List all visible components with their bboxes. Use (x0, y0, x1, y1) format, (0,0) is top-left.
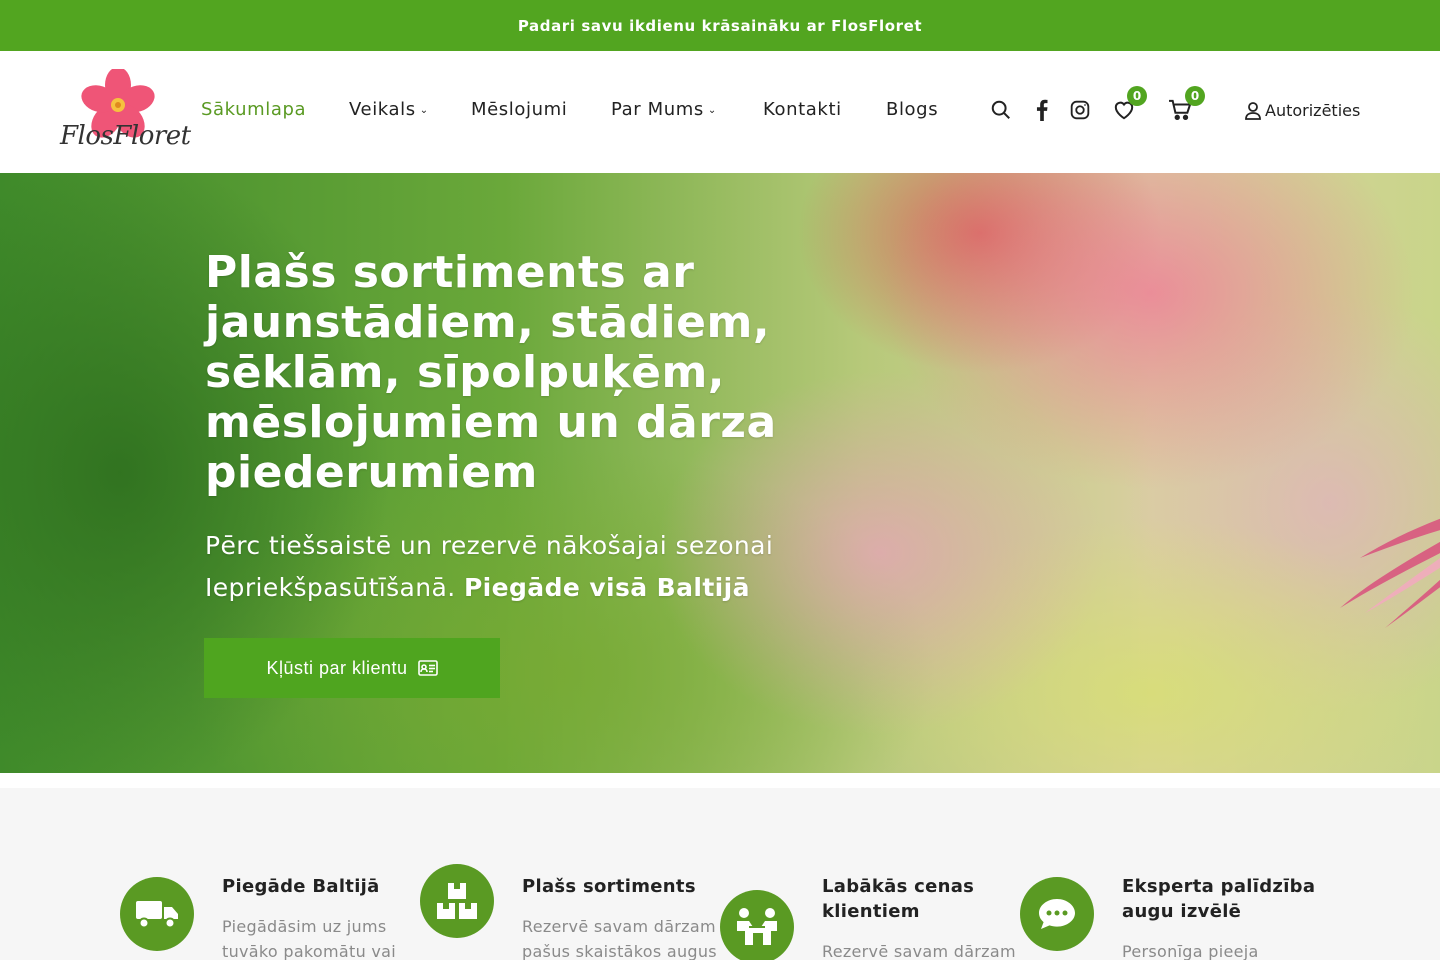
user-icon (1245, 101, 1261, 120)
site-header: FlosFloret Sākumlapa Veikals ⌄ Mēslojumi… (0, 51, 1440, 173)
feature-text: Rezervē savam dārzam (822, 942, 1016, 960)
feature-text: Personīga pieeja katram (1122, 942, 1259, 960)
hero-subtitle-line1: Pērc tiešsaistē un rezervē nākošajai sez… (205, 531, 774, 560)
become-client-button[interactable]: Kļūsti par klientu (204, 638, 500, 698)
nav-item-par-mums[interactable]: Par Mums ⌄ (611, 99, 717, 120)
announcement-bar: Padari savu ikdienu krāsaināku ar FlosFl… (0, 0, 1440, 51)
instagram-icon[interactable] (1068, 98, 1092, 122)
hero-subtitle: Pērc tiešsaistē un rezervē nākošajai sez… (205, 525, 845, 609)
coneflower-petals-image (1340, 518, 1440, 628)
announcement-text: Padari savu ikdienu krāsaināku ar FlosFl… (517, 16, 923, 35)
nav-label: Blogs (886, 99, 939, 120)
logo[interactable]: FlosFloret (58, 69, 191, 159)
login-label: Autorizēties (1265, 101, 1361, 120)
chat-icon (1020, 877, 1094, 951)
hero-subtitle-line2: Iepriekšpasūtīšanā. (205, 573, 456, 602)
cta-label: Kļūsti par klientu (266, 657, 408, 678)
feature-text: Piegādāsim uz jums tuvāko pakomātu vai (222, 917, 397, 960)
logo-wordmark: FlosFloret (60, 121, 191, 151)
login-link[interactable]: Autorizēties (1245, 101, 1360, 120)
feature-title: Eksperta palīdzība augu izvēlē (1122, 876, 1316, 922)
id-card-icon (417, 660, 438, 676)
wishlist-count-badge: 0 (1127, 86, 1147, 106)
search-icon[interactable] (989, 98, 1013, 122)
nav-label: Sākumlapa (201, 99, 307, 120)
truck-icon (120, 877, 194, 951)
nav-label: Mēslojumi (471, 99, 568, 120)
handshake-icon (720, 890, 794, 960)
hero-subtitle-bold: Piegāde visā Baltijā (463, 573, 750, 602)
nav-item-kontakti[interactable]: Kontakti (763, 99, 842, 120)
facebook-icon[interactable] (1030, 98, 1054, 122)
chevron-down-icon: ⌄ (707, 105, 717, 116)
nav-label: Par Mums (611, 99, 704, 120)
nav-label: Veikals (349, 99, 416, 120)
nav-item-blogs[interactable]: Blogs (886, 99, 938, 120)
chevron-down-icon: ⌄ (419, 105, 429, 116)
nav-item-sakumlapa[interactable]: Sākumlapa (201, 99, 306, 120)
boxes-icon (420, 864, 494, 938)
feature-title: Piegāde Baltijā (222, 876, 380, 897)
hero-title: Plašs sortiments ar jaunstādiem, stādiem… (205, 247, 777, 498)
hero-banner: Plašs sortiments ar jaunstādiem, stādiem… (0, 173, 1440, 773)
feature-text: Rezervē savam dārzam pašus skaistākos au… (522, 917, 717, 960)
nav-item-meslojumi[interactable]: Mēslojumi (471, 99, 567, 120)
cart-count-badge: 0 (1185, 86, 1205, 106)
features-section: Piegāde Baltijā Piegādāsim uz jums tuvāk… (0, 788, 1440, 960)
nav-label: Kontakti (763, 99, 842, 120)
feature-title: Labākās cenas klientiem (822, 876, 975, 922)
feature-title: Plašs sortiments (522, 876, 696, 897)
nav-item-veikals[interactable]: Veikals ⌄ (349, 99, 429, 120)
